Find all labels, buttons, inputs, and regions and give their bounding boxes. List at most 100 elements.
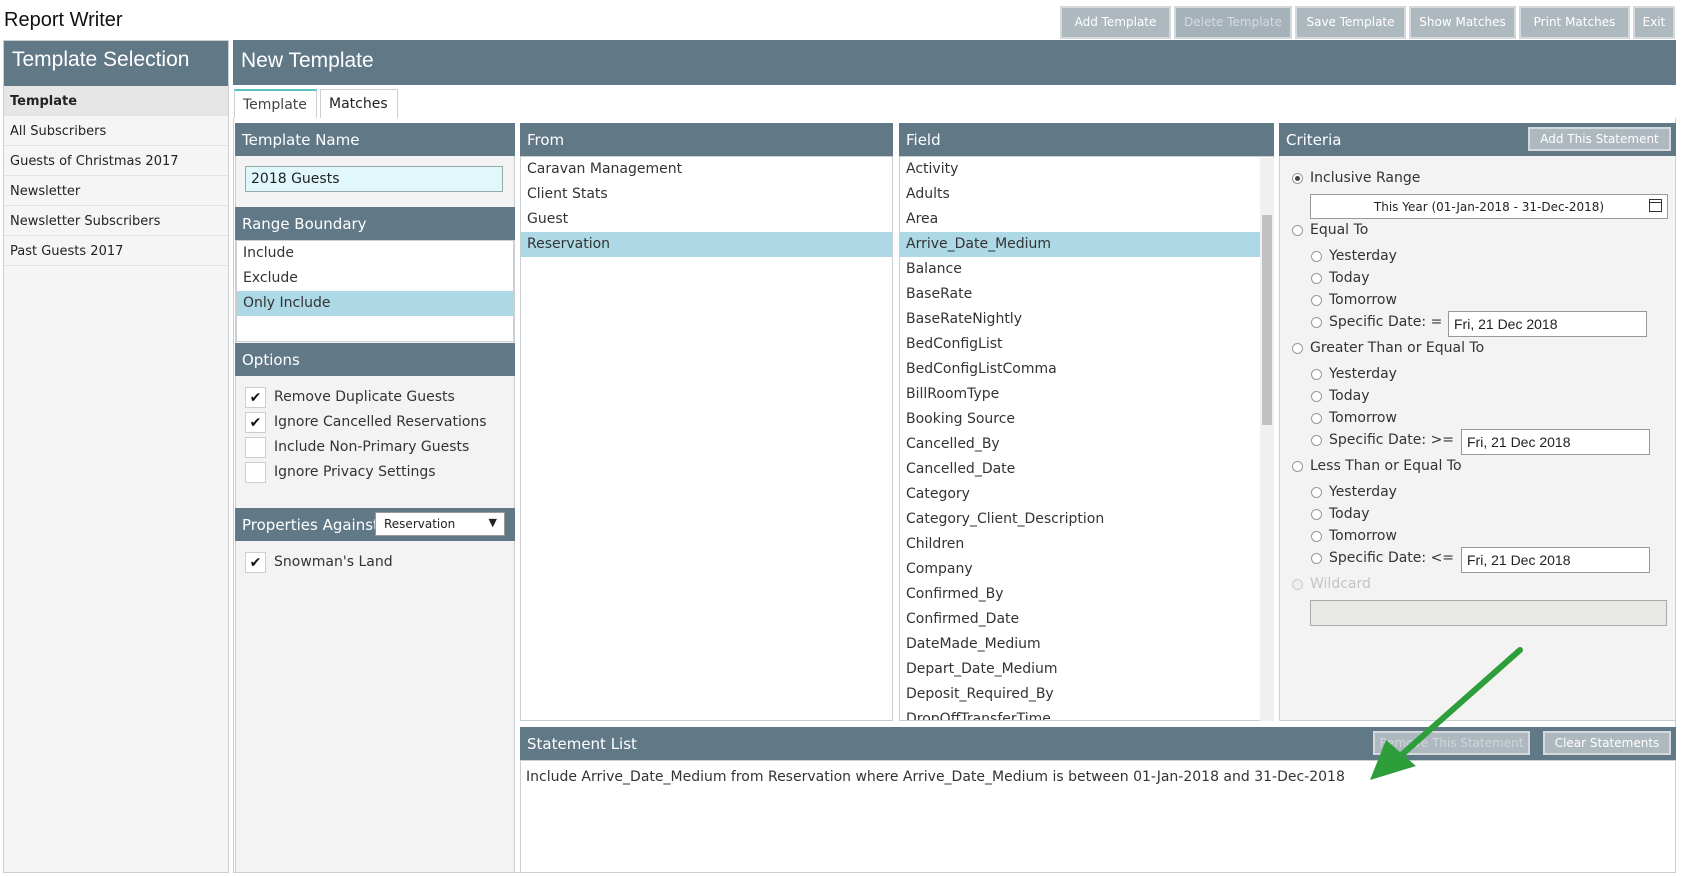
radio-lte-specific-date[interactable]: Specific Date: <= (1311, 550, 1454, 566)
field-item[interactable]: Children (900, 532, 1273, 557)
radio-gte-yesterday[interactable]: Yesterday (1311, 366, 1397, 382)
field-item[interactable]: Depart_Date_Medium (900, 657, 1273, 682)
radio-eq-specific-date[interactable]: Specific Date: = (1311, 314, 1442, 330)
field-item[interactable]: Confirmed_Date (900, 607, 1273, 632)
add-template-button[interactable]: Add Template (1060, 6, 1171, 39)
print-matches-button[interactable]: Print Matches (1519, 6, 1630, 39)
radio-icon[interactable] (1292, 460, 1303, 472)
check-icon[interactable]: ✔ (245, 411, 266, 433)
radio-icon[interactable] (1292, 342, 1303, 354)
field-item[interactable]: DateMade_Medium (900, 632, 1273, 657)
option-include-non-primary-guests[interactable]: Include Non-Primary Guests (245, 436, 469, 458)
property-snowmans-land[interactable]: ✔ Snowman's Land (245, 551, 393, 573)
radio-equal-to[interactable]: Equal To (1292, 222, 1368, 238)
radio-icon[interactable] (1311, 530, 1322, 542)
list-item-client-stats[interactable]: Client Stats (521, 182, 892, 207)
option-remove-duplicate-guests[interactable]: ✔ Remove Duplicate Guests (245, 386, 455, 408)
field-item[interactable]: Company (900, 557, 1273, 582)
radio-lte-tomorrow[interactable]: Tomorrow (1311, 528, 1397, 544)
radio-gte-specific-date[interactable]: Specific Date: >= (1311, 432, 1454, 448)
list-item-caravan-management[interactable]: Caravan Management (521, 157, 892, 182)
sidebar-item-guests-of-christmas-2017[interactable]: Guests of Christmas 2017 (4, 146, 228, 176)
radio-lte-today[interactable]: Today (1311, 506, 1370, 522)
field-item[interactable]: Confirmed_By (900, 582, 1273, 607)
field-item[interactable]: DropOffTransferTime (900, 707, 1273, 720)
field-item[interactable]: Cancelled_Date (900, 457, 1273, 482)
calendar-icon[interactable] (1649, 199, 1662, 212)
field-item[interactable]: BedConfigListComma (900, 357, 1273, 382)
radio-eq-today[interactable]: Today (1311, 270, 1370, 286)
field-item[interactable]: Adults (900, 182, 1273, 207)
field-item[interactable]: Activity (900, 157, 1273, 182)
sidebar-item-template[interactable]: Template (4, 86, 228, 116)
exit-button[interactable]: Exit (1633, 6, 1675, 39)
field-item[interactable]: Area (900, 207, 1273, 232)
field-list-scroll-thumb[interactable] (1262, 215, 1272, 425)
option-ignore-privacy-settings[interactable]: Ignore Privacy Settings (245, 461, 436, 483)
radio-inclusive-range[interactable]: Inclusive Range (1292, 170, 1420, 186)
checkbox-empty[interactable] (245, 461, 266, 483)
radio-icon[interactable] (1292, 578, 1303, 590)
list-item-guest[interactable]: Guest (521, 207, 892, 232)
list-item-include[interactable]: Include (237, 241, 513, 266)
radio-icon[interactable] (1311, 316, 1322, 328)
field-item[interactable]: Cancelled_By (900, 432, 1273, 457)
radio-icon[interactable] (1311, 412, 1322, 424)
radio-icon[interactable] (1311, 294, 1322, 306)
date-range-input[interactable]: This Year (01-Jan-2018 - 31-Dec-2018) (1310, 194, 1668, 219)
field-item[interactable]: Category_Client_Description (900, 507, 1273, 532)
field-item[interactable]: Balance (900, 257, 1273, 282)
radio-icon[interactable] (1311, 552, 1322, 564)
field-item[interactable]: BedConfigList (900, 332, 1273, 357)
wildcard-input[interactable] (1310, 600, 1667, 626)
radio-gte-tomorrow[interactable]: Tomorrow (1311, 410, 1397, 426)
field-item-selected[interactable]: Arrive_Date_Medium (900, 232, 1273, 257)
radio-less-than-or-equal[interactable]: Less Than or Equal To (1292, 458, 1462, 474)
statement-text[interactable]: Include Arrive_Date_Medium from Reservat… (526, 769, 1345, 785)
properties-against-select[interactable]: Reservation ▼ (375, 512, 505, 536)
radio-icon[interactable] (1311, 390, 1322, 402)
radio-gte-today[interactable]: Today (1311, 388, 1370, 404)
field-item[interactable]: Booking Source (900, 407, 1273, 432)
save-template-button[interactable]: Save Template (1295, 6, 1406, 39)
lte-date-input[interactable] (1461, 547, 1650, 573)
field-item[interactable]: Category (900, 482, 1273, 507)
list-item-reservation[interactable]: Reservation (521, 232, 892, 257)
checkbox-empty[interactable] (245, 436, 266, 458)
check-icon[interactable]: ✔ (245, 551, 266, 573)
show-matches-button[interactable]: Show Matches (1409, 6, 1516, 39)
list-item-only-include[interactable]: Only Include (237, 291, 513, 316)
gte-date-input[interactable] (1461, 429, 1650, 455)
radio-wildcard[interactable]: Wildcard (1292, 576, 1371, 592)
clear-statements-button[interactable]: Clear Statements (1543, 731, 1671, 755)
radio-icon[interactable] (1311, 272, 1322, 284)
field-item[interactable]: BaseRate (900, 282, 1273, 307)
radio-icon[interactable] (1311, 368, 1322, 380)
radio-icon[interactable] (1292, 224, 1303, 236)
add-this-statement-button[interactable]: Add This Statement (1528, 127, 1671, 151)
equal-to-date-input[interactable] (1448, 311, 1647, 337)
sidebar-item-all-subscribers[interactable]: All Subscribers (4, 116, 228, 146)
list-item-exclude[interactable]: Exclude (237, 266, 513, 291)
tab-matches[interactable]: Matches (320, 89, 398, 118)
radio-icon[interactable] (1292, 172, 1303, 184)
radio-greater-than-or-equal[interactable]: Greater Than or Equal To (1292, 340, 1484, 356)
radio-eq-tomorrow[interactable]: Tomorrow (1311, 292, 1397, 308)
tab-template[interactable]: Template (234, 89, 317, 118)
option-ignore-cancelled-reservations[interactable]: ✔ Ignore Cancelled Reservations (245, 411, 487, 433)
field-item[interactable]: BaseRateNightly (900, 307, 1273, 332)
sidebar-item-newsletter[interactable]: Newsletter (4, 176, 228, 206)
template-name-input[interactable] (245, 166, 503, 192)
sidebar-item-past-guests-2017[interactable]: Past Guests 2017 (4, 236, 228, 266)
radio-icon[interactable] (1311, 250, 1322, 262)
sidebar-item-newsletter-subscribers[interactable]: Newsletter Subscribers (4, 206, 228, 236)
radio-icon[interactable] (1311, 434, 1322, 446)
field-item[interactable]: Deposit_Required_By (900, 682, 1273, 707)
delete-template-button[interactable]: Delete Template (1174, 6, 1292, 39)
radio-lte-yesterday[interactable]: Yesterday (1311, 484, 1397, 500)
radio-icon[interactable] (1311, 508, 1322, 520)
radio-eq-yesterday[interactable]: Yesterday (1311, 248, 1397, 264)
field-item[interactable]: BillRoomType (900, 382, 1273, 407)
check-icon[interactable]: ✔ (245, 386, 266, 408)
radio-icon[interactable] (1311, 486, 1322, 498)
